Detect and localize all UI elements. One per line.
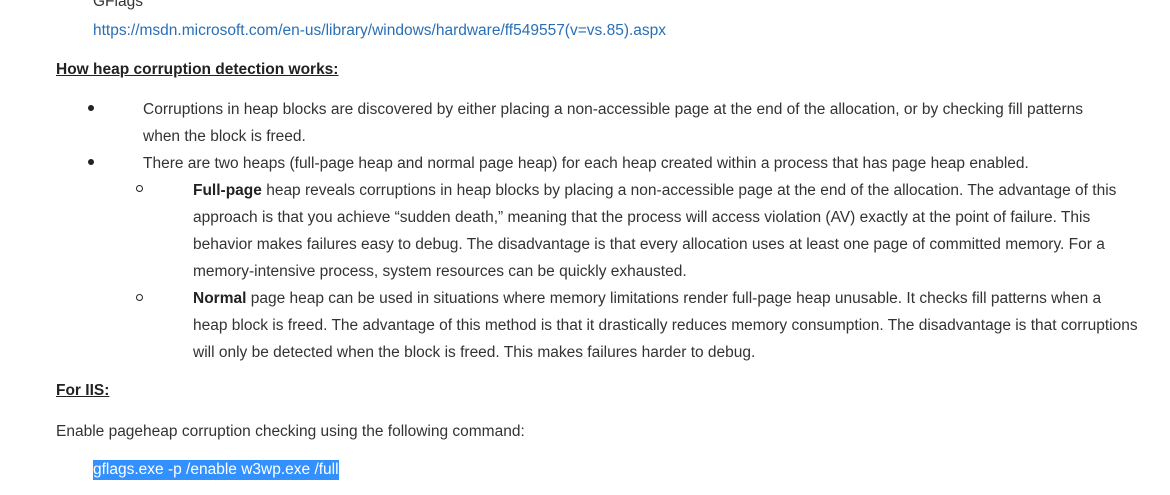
document-page: GFlags https://msdn.microsoft.com/en-us/… bbox=[0, 0, 1170, 495]
list-item: Corruptions in heap blocks are discovere… bbox=[143, 101, 1084, 145]
term-normal: Normal bbox=[193, 290, 247, 307]
msdn-link[interactable]: https://msdn.microsoft.com/en-us/library… bbox=[93, 21, 666, 41]
sub-bullet-icon bbox=[136, 294, 143, 301]
list-item: There are two heaps (full-page heap and … bbox=[143, 155, 1029, 172]
gflags-label: GFlags bbox=[93, 0, 143, 10]
sub-list-item-full-page: Full-page heap reveals corruptions in he… bbox=[193, 177, 1123, 285]
intro-text: Enable pageheap corruption checking usin… bbox=[56, 423, 525, 440]
bullet-icon bbox=[88, 105, 94, 111]
section-heading-heap-corruption: How heap corruption detection works: bbox=[56, 61, 339, 78]
sub-bullet-icon bbox=[136, 185, 143, 192]
command-text-selected[interactable]: gflags.exe -p /enable w3wp.exe /full bbox=[93, 460, 339, 480]
full-page-description: heap reveals corruptions in heap blocks … bbox=[193, 182, 1117, 280]
normal-description: page heap can be used in situations wher… bbox=[193, 290, 1138, 361]
bullet-icon bbox=[88, 159, 94, 165]
term-full-page: Full-page bbox=[193, 182, 262, 199]
section-heading-iis: For IIS: bbox=[56, 382, 110, 399]
sub-list-item-normal: Normal page heap can be used in situatio… bbox=[193, 285, 1138, 366]
